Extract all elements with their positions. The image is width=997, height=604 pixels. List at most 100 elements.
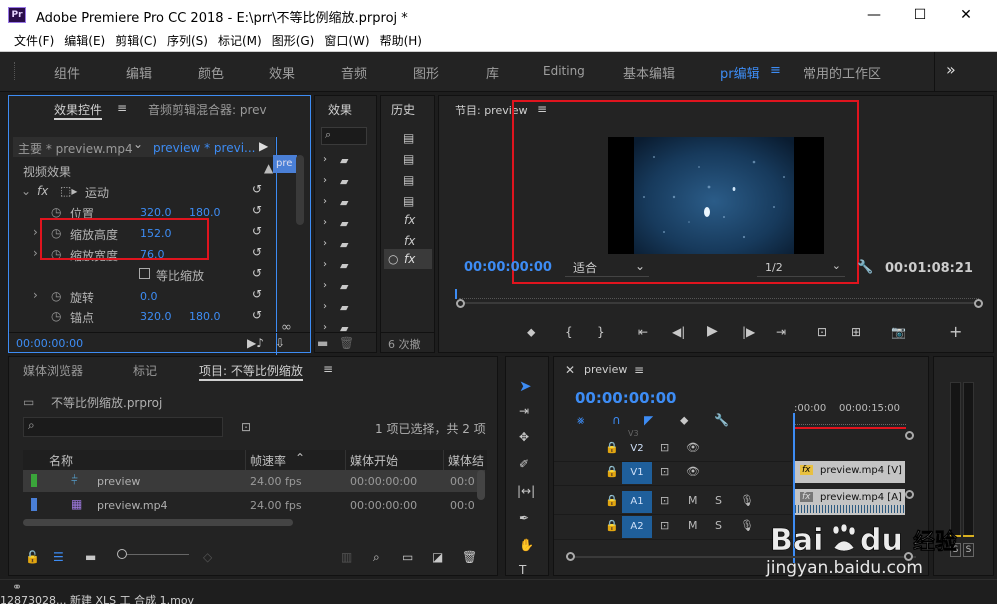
- monitor-playhead[interactable]: [455, 289, 457, 299]
- zoom-handle-left[interactable]: [456, 299, 465, 308]
- reset-scale-width-icon[interactable]: ↺: [252, 245, 262, 259]
- lock-icon[interactable]: 🔓: [25, 550, 40, 564]
- sequence-clip-label[interactable]: preview * previ...: [153, 141, 255, 155]
- track-sync-lock-icon[interactable]: ⊡: [660, 519, 669, 532]
- track-mute-button[interactable]: M: [688, 519, 698, 532]
- menu-graphics[interactable]: 图形(G): [267, 30, 320, 52]
- history-fx-icon[interactable]: fx: [404, 213, 415, 227]
- zoom-handle-left[interactable]: [566, 552, 575, 561]
- expand-rotation-icon[interactable]: ›: [33, 288, 38, 302]
- column-frame-rate[interactable]: 帧速率: [250, 452, 286, 469]
- resolution-dropdown[interactable]: 1/2 ⌄: [757, 259, 845, 277]
- effects-folder-icon[interactable]: ▰: [340, 175, 348, 188]
- automate-icon[interactable]: ▥: [341, 550, 352, 564]
- track-lock-icon[interactable]: 🔒: [605, 441, 619, 454]
- new-bin-icon[interactable]: ▭: [402, 550, 413, 564]
- add-marker-icon[interactable]: ⬥: [527, 325, 535, 340]
- effects-folder-icon[interactable]: ▰: [340, 259, 348, 272]
- icon-view-icon[interactable]: ▬: [85, 550, 96, 564]
- tab-project[interactable]: 项目: 不等比例缩放: [199, 362, 303, 381]
- column-media-end[interactable]: 媒体结: [448, 452, 484, 469]
- mini-clip-bar[interactable]: pre: [273, 155, 297, 173]
- history-state-icon[interactable]: ▤: [403, 131, 414, 145]
- tab-markers[interactable]: 标记: [133, 362, 157, 379]
- menu-help[interactable]: 帮助(H): [375, 30, 427, 52]
- tab-sequence-preview[interactable]: preview: [584, 363, 627, 376]
- history-state-icon[interactable]: ▤: [403, 173, 414, 187]
- sort-icon[interactable]: ◇: [203, 550, 212, 564]
- stopwatch-icon[interactable]: ◷: [51, 289, 61, 303]
- workspace-editing[interactable]: 编辑: [126, 63, 152, 82]
- track-lock-icon[interactable]: 🔒: [605, 519, 619, 532]
- reset-anchor-icon[interactable]: ↺: [252, 308, 262, 322]
- tab-effect-controls[interactable]: 效果控件: [54, 101, 103, 120]
- panel-menu-icon[interactable]: ≡: [634, 363, 644, 377]
- zoom-slider-track[interactable]: [127, 554, 189, 555]
- go-to-out-icon[interactable]: ⇥: [776, 325, 786, 339]
- slip-tool-icon[interactable]: |↔|: [517, 484, 535, 498]
- work-area-bar[interactable]: [794, 427, 906, 429]
- column-media-start[interactable]: 媒体开始: [350, 452, 398, 469]
- tab-effects[interactable]: 效果: [328, 101, 352, 118]
- effects-folder-icon[interactable]: ▰: [340, 322, 348, 335]
- track-solo-button[interactable]: S: [715, 494, 722, 507]
- close-button[interactable]: ✕: [943, 0, 989, 30]
- reset-motion-icon[interactable]: ↺: [252, 182, 262, 196]
- expand-scale-height-icon[interactable]: ›: [33, 225, 38, 239]
- label-color-swatch[interactable]: [31, 474, 37, 487]
- menu-edit[interactable]: 编辑(E): [59, 30, 110, 52]
- anchor-x-value[interactable]: 320.0: [140, 310, 172, 323]
- workspace-assembly[interactable]: 组件: [54, 63, 80, 82]
- expand-motion-icon[interactable]: ⌄: [21, 184, 31, 198]
- expand-folder-icon[interactable]: ›: [323, 238, 327, 249]
- effects-folder-icon[interactable]: ▰: [340, 280, 348, 293]
- play-audio-icon[interactable]: ▶♪: [247, 336, 264, 350]
- scrollbar-vertical[interactable]: [477, 470, 485, 500]
- workspace-graphics[interactable]: 图形: [413, 63, 439, 82]
- scroll-handle-bottom[interactable]: [905, 490, 914, 499]
- workspace-basic-edit[interactable]: 基本编辑: [623, 63, 675, 82]
- expand-folder-icon[interactable]: ›: [323, 196, 327, 207]
- workspace-overflow-icon[interactable]: »: [946, 60, 956, 79]
- scrollbar-horizontal[interactable]: [23, 519, 293, 526]
- timeline-timecode[interactable]: 00:00:00:00: [575, 389, 677, 407]
- clip-fx-badge[interactable]: fx: [800, 492, 813, 502]
- camera-icon[interactable]: 📷: [891, 325, 906, 339]
- anchor-y-value[interactable]: 180.0: [189, 310, 221, 323]
- effects-folder-icon[interactable]: ▰: [340, 196, 348, 209]
- list-view-icon[interactable]: ☰: [53, 550, 64, 564]
- zoom-slider-handle[interactable]: [117, 549, 127, 559]
- lift-icon[interactable]: ⊡: [817, 325, 827, 339]
- expand-folder-icon[interactable]: ›: [323, 259, 327, 270]
- new-bin-icon[interactable]: ▬: [317, 336, 328, 350]
- expand-folder-icon[interactable]: ›: [323, 154, 327, 165]
- play-icon[interactable]: ▶: [707, 323, 718, 339]
- maximize-button[interactable]: ☐: [897, 0, 943, 30]
- snap-icon[interactable]: ⨳: [577, 413, 584, 428]
- track-target-v2[interactable]: V2: [622, 438, 652, 460]
- history-state-icon[interactable]: ▤: [403, 152, 414, 166]
- reset-rotation-icon[interactable]: ↺: [252, 287, 262, 301]
- workspace-audio[interactable]: 音频: [341, 63, 367, 82]
- zoom-handle-right[interactable]: [974, 299, 983, 308]
- scroll-handle-top[interactable]: [905, 431, 914, 440]
- effect-controls-timecode[interactable]: 00:00:00:00: [16, 337, 83, 350]
- workspace-menu-icon[interactable]: ≡: [770, 63, 781, 78]
- reset-position-icon[interactable]: ↺: [252, 203, 262, 217]
- add-button-icon[interactable]: +: [949, 322, 962, 341]
- tab-history[interactable]: 历史: [391, 101, 415, 118]
- expand-folder-icon[interactable]: ›: [323, 217, 327, 228]
- expand-scale-width-icon[interactable]: ›: [33, 246, 38, 260]
- track-lock-icon[interactable]: 🔒: [605, 494, 619, 507]
- clear-icon[interactable]: 🗑: [462, 550, 477, 564]
- export-icon[interactable]: ⇩: [275, 336, 285, 350]
- monitor-zoom-bar[interactable]: [457, 302, 983, 304]
- monitor-playhead-timecode[interactable]: 00:00:00:00: [464, 260, 552, 275]
- scrollbar-vertical[interactable]: [296, 155, 304, 225]
- monitor-scrub-ruler[interactable]: [459, 295, 979, 299]
- track-sync-lock-icon[interactable]: ⊡: [660, 465, 669, 478]
- reset-uniform-icon[interactable]: ↺: [252, 266, 262, 280]
- mark-in-icon[interactable]: {: [565, 325, 573, 339]
- close-tab-icon[interactable]: ✕: [565, 363, 575, 377]
- new-item-icon[interactable]: ◪: [432, 550, 443, 564]
